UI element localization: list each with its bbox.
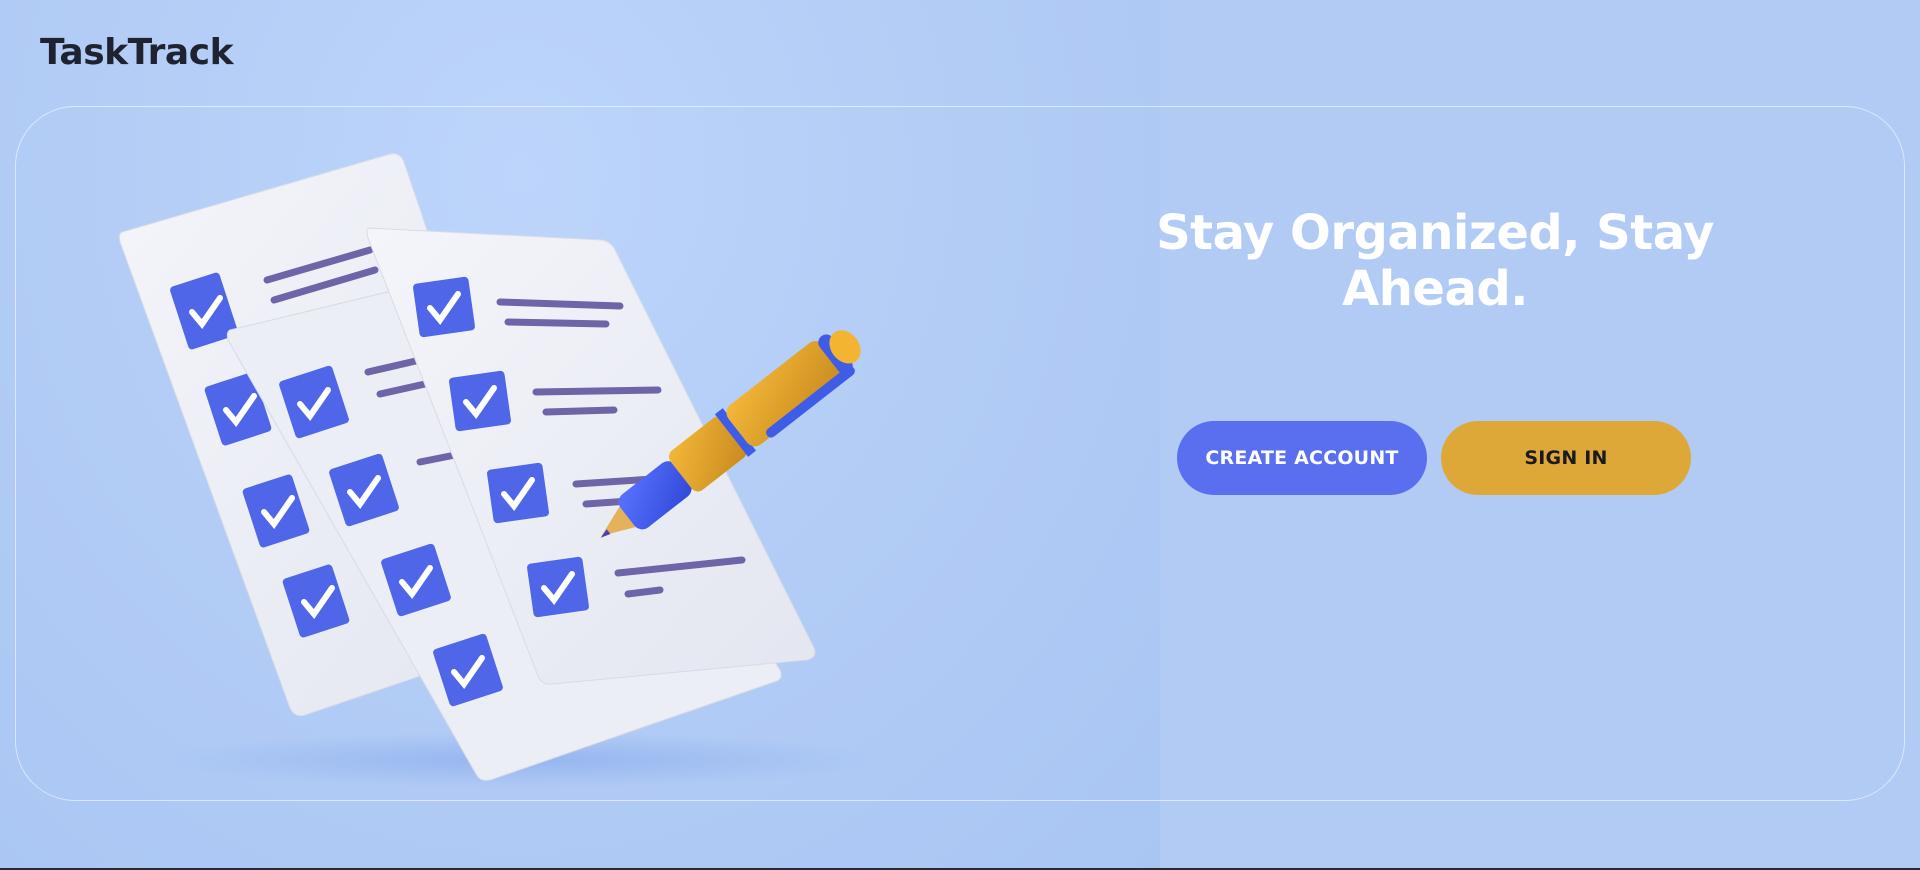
check-box-icon	[487, 462, 549, 524]
check-box-icon	[449, 370, 511, 432]
hero-headline: Stay Organized, Stay Ahead.	[1156, 205, 1714, 317]
check-box-icon	[413, 276, 475, 338]
checklist-illustration	[118, 153, 880, 788]
app-logo[interactable]: TaskTrack	[40, 32, 234, 73]
sign-in-button[interactable]: SIGN IN	[1441, 421, 1691, 495]
create-account-button[interactable]: CREATE ACCOUNT	[1177, 421, 1427, 495]
check-box-icon	[527, 556, 589, 618]
